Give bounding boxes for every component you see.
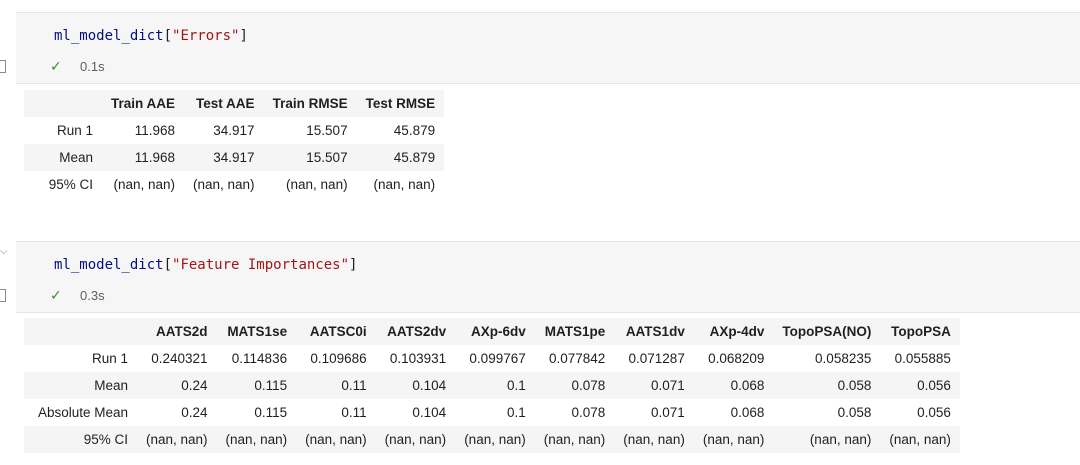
- table-cell: 34.917: [184, 144, 264, 171]
- table-cell: 0.104: [375, 372, 456, 399]
- table-cell: 0.068: [730, 405, 765, 420]
- column-header: AATS1dv: [625, 324, 685, 339]
- execution-time: 0.1s: [80, 59, 105, 74]
- table-cell: 11.968: [134, 123, 176, 138]
- table-cell: 0.078: [571, 405, 606, 420]
- table-cell: 0.103931: [389, 351, 447, 366]
- code-cell-input[interactable]: ml_model_dict["Errors"] ✓ 0.1s: [16, 12, 1080, 84]
- table-cell: 15.507: [263, 144, 357, 171]
- table-cell: 0.078: [534, 372, 615, 399]
- code-line[interactable]: ml_model_dict["Errors"]: [54, 28, 248, 44]
- cell-gutter-marker[interactable]: [0, 289, 6, 302]
- table-cell: 0.099767: [469, 351, 526, 366]
- table-row: Mean 0.24 0.115 0.11 0.104 0.1 0.078 0.071 0.068…: [24, 372, 960, 399]
- table-cell: 0.058: [837, 405, 872, 420]
- table-cell: 0.068: [693, 372, 774, 399]
- table-row: Run 1 11.968 34.917 15.507 45.879: [24, 117, 444, 144]
- table-cell: (nan, nan): [193, 177, 255, 192]
- cell-gutter-marker[interactable]: [0, 60, 6, 73]
- table-cell: (nan, nan): [373, 177, 436, 192]
- table-cell: 45.879: [393, 123, 436, 138]
- table-cell: 0.071: [614, 372, 694, 399]
- table-header-row: Train AAE Test AAE Train RMSE Test RMSE: [24, 90, 445, 117]
- column-header: MATS1pe: [544, 324, 606, 339]
- table-cell: 0.24: [137, 372, 217, 399]
- table-cell: 15.507: [306, 123, 348, 138]
- table-cell: 34.917: [213, 123, 255, 138]
- column-header: AATS2dv: [387, 324, 447, 339]
- table-cell: (nan, nan): [455, 426, 535, 453]
- table-cell: 0.055885: [894, 351, 951, 366]
- table-index-header: [24, 90, 102, 117]
- column-header: Train RMSE: [272, 96, 348, 111]
- table-cell: 0.056: [917, 405, 951, 420]
- code-cell-input[interactable]: ml_model_dict["Feature Importances"] ✓ 0…: [16, 241, 1080, 313]
- code-line[interactable]: ml_model_dict["Feature Importances"]: [54, 257, 357, 273]
- table-cell: 0.056: [880, 372, 960, 399]
- table-cell: 0.071287: [628, 351, 685, 366]
- column-header: AATS2d: [156, 324, 208, 339]
- table-cell: 0.1: [506, 405, 526, 420]
- table-cell: 0.115: [254, 405, 288, 420]
- row-label: Mean: [24, 372, 137, 399]
- column-header: TopoPSA: [891, 324, 951, 339]
- table-header-row: AATS2d MATS1se AATSC0i AATS2dv AXp-6dv MATS1p…: [24, 318, 960, 345]
- chevron-down-icon[interactable]: ⌵: [0, 246, 8, 257]
- table-cell: (nan, nan): [693, 426, 774, 453]
- table-row: Mean 11.968 34.917 15.507 45.879: [24, 144, 445, 171]
- table-cell: 0.058: [773, 372, 881, 399]
- column-header: AATSC0i: [309, 324, 367, 339]
- table-cell: 11.968: [102, 144, 185, 171]
- table-cell: 0.1: [455, 372, 535, 399]
- column-header: Train AAE: [111, 96, 176, 111]
- table-index-header: [24, 318, 137, 345]
- column-header: MATS1se: [227, 324, 288, 339]
- table-cell: 45.879: [356, 144, 445, 171]
- table-cell: 0.104: [412, 405, 447, 420]
- table-row: Run 1 0.240321 0.114836 0.109686 0.103931 0.0…: [24, 345, 960, 372]
- table-cell: 0.058235: [815, 351, 872, 366]
- table-cell: (nan, nan): [137, 426, 217, 453]
- row-label: Run 1: [56, 123, 93, 138]
- row-label: Mean: [24, 144, 102, 171]
- table-cell: 0.24: [181, 405, 208, 420]
- feature-importances-table: AATS2d MATS1se AATSC0i AATS2dv AXp-6dv MATS1p…: [24, 318, 960, 453]
- table-cell: (nan, nan): [216, 426, 297, 453]
- table-cell: 0.109686: [310, 351, 367, 366]
- table-cell: (nan, nan): [286, 177, 348, 192]
- row-label: Absolute Mean: [37, 405, 128, 420]
- check-icon: ✓: [50, 58, 62, 74]
- table-cell: 0.115: [216, 372, 297, 399]
- row-label: Run 1: [91, 351, 128, 366]
- table-cell: (nan, nan): [534, 426, 615, 453]
- table-cell: (nan, nan): [375, 426, 456, 453]
- table-cell: 0.077842: [548, 351, 606, 366]
- table-cell: 0.071: [651, 405, 685, 420]
- table-cell: 0.068209: [708, 351, 765, 366]
- execution-status: ✓ 0.3s: [50, 287, 105, 304]
- errors-table: Train AAE Test AAE Train RMSE Test RMSE Run…: [24, 90, 445, 198]
- table-cell: (nan, nan): [880, 426, 960, 453]
- table-cell: 0.240321: [151, 351, 208, 366]
- execution-time: 0.3s: [80, 288, 105, 303]
- table-cell: 0.114836: [231, 351, 288, 366]
- row-label: 95% CI: [24, 426, 137, 453]
- check-icon: ✓: [50, 287, 62, 303]
- table-row: Absolute Mean 0.24 0.115 0.11 0.104 0.1 0.078 0…: [24, 399, 960, 426]
- table-row: 95% CI (nan, nan) (nan, nan) (nan, nan) (nan…: [24, 426, 960, 453]
- column-header: Test RMSE: [365, 96, 436, 111]
- table-cell: 0.11: [296, 372, 376, 399]
- column-header: AXp-4dv: [709, 324, 765, 339]
- column-header: Test AAE: [196, 96, 255, 111]
- column-header: TopoPSA(NO): [782, 324, 872, 339]
- table-cell: (nan, nan): [614, 426, 694, 453]
- table-cell: (nan, nan): [296, 426, 376, 453]
- row-label: 95% CI: [48, 177, 93, 192]
- table-cell: (nan, nan): [113, 177, 176, 192]
- execution-status: ✓ 0.1s: [50, 58, 105, 75]
- table-row: 95% CI (nan, nan) (nan, nan) (nan, nan) (nan…: [24, 171, 444, 198]
- table-cell: (nan, nan): [773, 426, 881, 453]
- column-header: AXp-6dv: [470, 324, 526, 339]
- table-cell: 0.11: [341, 405, 367, 420]
